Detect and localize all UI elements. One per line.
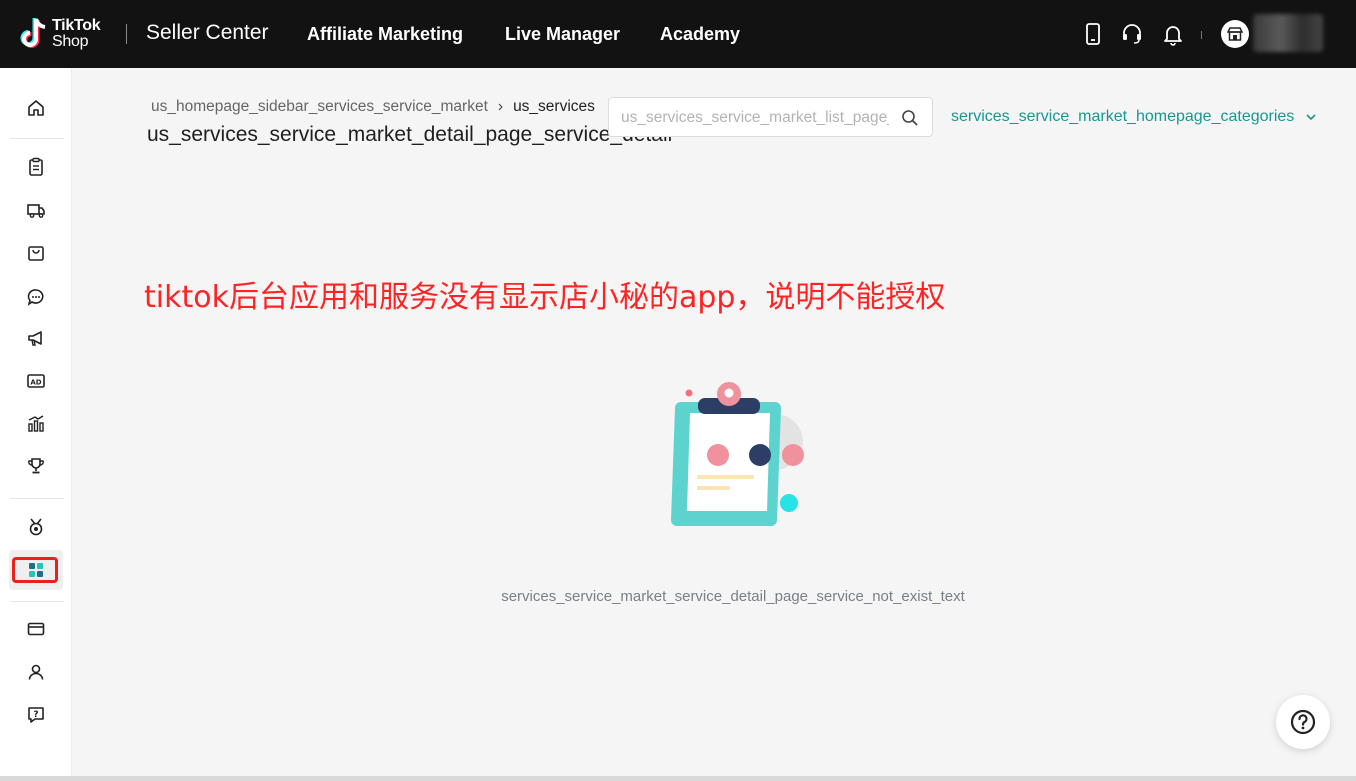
breadcrumb-chevron-icon: › — [497, 98, 504, 115]
breadcrumb-item-service-market[interactable]: us_homepage_sidebar_services_service_mar… — [151, 98, 488, 115]
main-content: us_homepage_sidebar_services_service_mar… — [73, 68, 1356, 776]
red-highlight-box — [12, 557, 58, 583]
phone-icon[interactable] — [1082, 22, 1104, 46]
empty-clipboard-illustration — [671, 382, 804, 526]
account-name-redacted[interactable] — [1253, 14, 1323, 52]
growth-icon[interactable] — [26, 517, 46, 537]
header-separator — [1201, 31, 1202, 39]
shop-avatar[interactable] — [1221, 20, 1249, 48]
orders-icon[interactable] — [26, 157, 46, 177]
nav-academy[interactable]: Academy — [660, 24, 740, 45]
sidebar: AD ? — [0, 68, 72, 781]
search-box[interactable] — [608, 97, 933, 137]
help-center-icon[interactable]: ? — [26, 705, 46, 725]
chevron-down-icon — [1306, 114, 1316, 120]
svg-text:AD: AD — [30, 379, 41, 387]
products-icon[interactable] — [26, 243, 46, 263]
annotation-note: tiktok后台应用和服务没有显示店小秘的app，说明不能授权 — [144, 280, 946, 315]
categories-dropdown[interactable]: services_service_market_homepage_categor… — [951, 108, 1317, 126]
sidebar-divider — [10, 601, 64, 602]
logo-text-shop: Shop — [52, 33, 89, 50]
search-input[interactable] — [621, 107, 889, 129]
home-icon[interactable] — [26, 98, 46, 118]
finance-icon[interactable] — [26, 619, 46, 639]
trophy-icon[interactable] — [26, 456, 46, 476]
tiktok-shop-logo[interactable]: TikTok Shop — [16, 14, 116, 54]
sidebar-divider — [10, 498, 64, 499]
nav-affiliate-marketing[interactable]: Affiliate Marketing — [307, 24, 463, 45]
breadcrumb-item-current: us_services — [513, 98, 595, 115]
svg-text:?: ? — [33, 710, 38, 720]
nav-live-manager[interactable]: Live Manager — [505, 24, 620, 45]
bottom-border — [0, 776, 1356, 781]
shipping-icon[interactable] — [26, 200, 46, 220]
analytics-icon[interactable] — [26, 414, 46, 434]
ads-icon[interactable]: AD — [26, 371, 46, 391]
categories-label: services_service_market_homepage_categor… — [951, 108, 1295, 125]
sidebar-divider — [10, 138, 64, 139]
logo-text-tiktok: TikTok — [52, 17, 101, 34]
question-icon — [1290, 709, 1316, 735]
breadcrumb: us_homepage_sidebar_services_service_mar… — [151, 98, 595, 116]
top-bar: TikTok Shop Seller Center Affiliate Mark… — [0, 0, 1356, 68]
tiktok-logo-icon — [20, 18, 46, 48]
headset-icon[interactable] — [1121, 22, 1143, 46]
page-title: us_services_service_market_detail_page_s… — [147, 123, 673, 146]
help-button[interactable] — [1276, 695, 1330, 749]
header-divider — [126, 24, 127, 44]
bell-icon[interactable] — [1162, 22, 1184, 46]
search-icon[interactable] — [901, 109, 919, 127]
account-icon[interactable] — [26, 662, 46, 682]
marketing-icon[interactable] — [26, 328, 46, 348]
empty-state-text: services_service_market_service_detail_p… — [501, 588, 965, 605]
app-title: Seller Center — [146, 21, 269, 44]
chat-icon[interactable] — [26, 287, 46, 307]
shop-avatar-icon — [1227, 27, 1243, 41]
